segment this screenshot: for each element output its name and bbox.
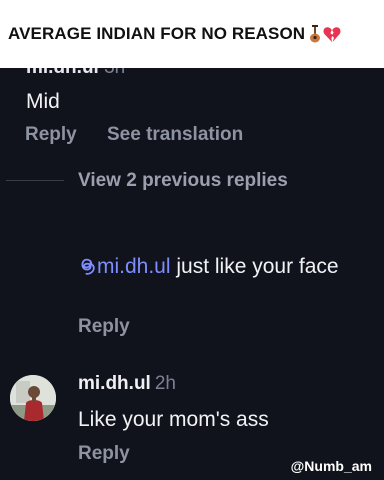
mention-link[interactable]: mi.dh.ul [78, 255, 171, 278]
view-previous-replies-button[interactable]: View 2 previous replies [78, 170, 288, 192]
threads-icon [81, 258, 95, 275]
broken-heart-emoji [323, 26, 341, 42]
replies-divider [6, 180, 64, 181]
username[interactable]: mi.dh.ul [78, 373, 151, 394]
comment-time: 2h [154, 373, 176, 394]
reply-button[interactable]: Reply [78, 443, 130, 465]
comment-text: Mid [26, 90, 60, 113]
caption-text: AVERAGE INDIAN FOR NO REASON [8, 24, 306, 43]
comment-text: Like your mom's ass [78, 408, 269, 431]
comment-header: mi.dh.ul 2h [78, 373, 176, 395]
comment-header-cut: mi.dh.ul 3h [26, 68, 125, 79]
reply-button[interactable]: Reply [25, 124, 77, 146]
avatar[interactable] [10, 375, 56, 421]
caption-bar: AVERAGE INDIAN FOR NO REASON [0, 0, 384, 68]
username[interactable]: mi.dh.ul [26, 68, 99, 78]
see-translation-button[interactable]: See translation [107, 124, 243, 146]
reply-button[interactable]: Reply [78, 316, 130, 338]
comment-text: mi.dh.ul just like your face [78, 254, 368, 280]
comment-time: 3h [104, 68, 125, 78]
guitar-emoji [310, 25, 321, 43]
comments-feed[interactable]: mi.dh.ul 3h Mid Reply See translation Vi… [0, 68, 384, 480]
watermark: @Numb_am [290, 458, 372, 474]
